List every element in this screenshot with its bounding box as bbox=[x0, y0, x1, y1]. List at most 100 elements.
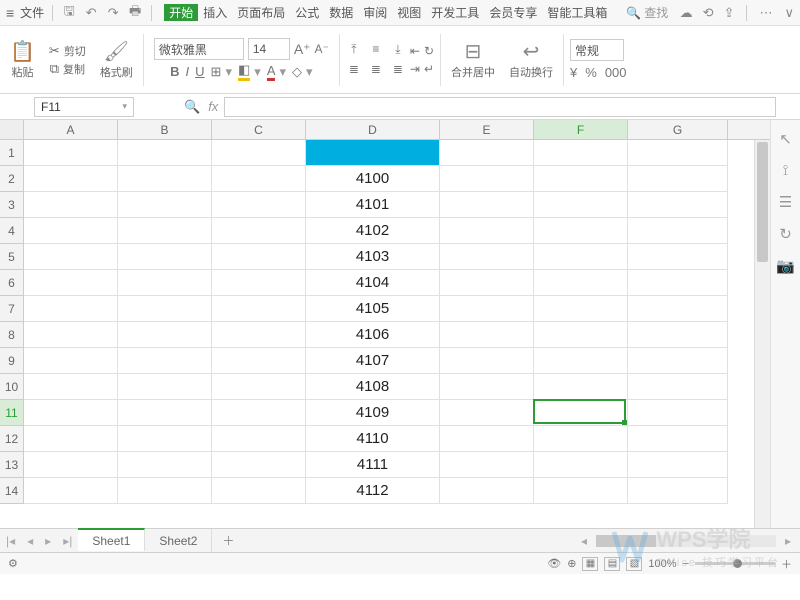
cell-D10[interactable]: 4108 bbox=[306, 374, 440, 400]
row-header-2[interactable]: 2 bbox=[0, 166, 24, 192]
cell-C2[interactable] bbox=[212, 166, 306, 192]
align-left-icon[interactable]: ≣ bbox=[346, 62, 362, 78]
cell-E7[interactable] bbox=[440, 296, 534, 322]
number-format-select[interactable]: 常规 bbox=[570, 39, 624, 61]
row-header-10[interactable]: 10 bbox=[0, 374, 24, 400]
view-page-icon[interactable]: ▤ bbox=[604, 557, 620, 571]
cell-A1[interactable] bbox=[24, 140, 118, 166]
zoom-out-button[interactable]: − bbox=[683, 558, 689, 570]
row-header-9[interactable]: 9 bbox=[0, 348, 24, 374]
cell-D14[interactable]: 4112 bbox=[306, 478, 440, 504]
cell-C8[interactable] bbox=[212, 322, 306, 348]
cell-C10[interactable] bbox=[212, 374, 306, 400]
cell-D4[interactable]: 4102 bbox=[306, 218, 440, 244]
row-header-12[interactable]: 12 bbox=[0, 426, 24, 452]
collapse-icon[interactable]: ∨ bbox=[784, 5, 794, 21]
sheet-nav-next[interactable]: ▸ bbox=[39, 534, 57, 548]
cell-A4[interactable] bbox=[24, 218, 118, 244]
ribbon-tab-0[interactable]: 开始 bbox=[164, 4, 198, 21]
cell-G10[interactable] bbox=[628, 374, 728, 400]
cell-A7[interactable] bbox=[24, 296, 118, 322]
decrease-font-icon[interactable]: A⁻ bbox=[315, 42, 329, 56]
file-menu[interactable]: 文件 bbox=[20, 4, 44, 21]
cell-E3[interactable] bbox=[440, 192, 534, 218]
orientation-icon[interactable]: ↻ bbox=[424, 44, 434, 58]
cell-G8[interactable] bbox=[628, 322, 728, 348]
cell-A11[interactable] bbox=[24, 400, 118, 426]
font-size-select[interactable]: 14 bbox=[248, 38, 290, 60]
ribbon-tab-4[interactable]: 数据 bbox=[324, 4, 358, 21]
cell-D1[interactable] bbox=[306, 140, 440, 166]
align-top-icon[interactable]: ⤒ bbox=[346, 42, 362, 58]
ribbon-tab-2[interactable]: 页面布局 bbox=[232, 4, 290, 21]
view-normal-icon[interactable]: ▦ bbox=[582, 557, 598, 571]
cell-B5[interactable] bbox=[118, 244, 212, 270]
status-more-icon[interactable]: ⊕ bbox=[567, 557, 576, 570]
cell-A5[interactable] bbox=[24, 244, 118, 270]
cell-D2[interactable]: 4100 bbox=[306, 166, 440, 192]
cell-E12[interactable] bbox=[440, 426, 534, 452]
cell-B12[interactable] bbox=[118, 426, 212, 452]
eye-icon[interactable]: 👁 bbox=[547, 557, 561, 570]
cell-F14[interactable] bbox=[534, 478, 628, 504]
bold-button[interactable]: B bbox=[170, 64, 179, 79]
vertical-scrollbar[interactable] bbox=[754, 140, 770, 528]
paste-button[interactable]: 📋 粘贴 bbox=[10, 39, 35, 80]
row-header-4[interactable]: 4 bbox=[0, 218, 24, 244]
cell-D7[interactable]: 4105 bbox=[306, 296, 440, 322]
cell-G1[interactable] bbox=[628, 140, 728, 166]
row-header-1[interactable]: 1 bbox=[0, 140, 24, 166]
horizontal-scrollbar[interactable]: ◂ ▸ bbox=[576, 534, 800, 548]
wrap-text-button[interactable]: ↩ 自动换行 bbox=[509, 39, 553, 80]
refresh-icon[interactable]: ⟲ bbox=[703, 5, 714, 21]
cell-B9[interactable] bbox=[118, 348, 212, 374]
settings-tool-icon[interactable]: ☰ bbox=[779, 193, 792, 211]
cell-B14[interactable] bbox=[118, 478, 212, 504]
ribbon-tab-1[interactable]: 插入 bbox=[198, 4, 232, 21]
row-header-7[interactable]: 7 bbox=[0, 296, 24, 322]
row-header-13[interactable]: 13 bbox=[0, 452, 24, 478]
row-header-5[interactable]: 5 bbox=[0, 244, 24, 270]
ribbon-tab-9[interactable]: 智能工具箱 bbox=[542, 4, 612, 21]
col-header-G[interactable]: G bbox=[628, 120, 728, 139]
clear-format-button[interactable]: ◇ bbox=[292, 64, 302, 80]
print-icon[interactable]: 🖶 bbox=[127, 5, 143, 21]
cell-A8[interactable] bbox=[24, 322, 118, 348]
align-bottom-icon[interactable]: ⤓ bbox=[390, 42, 406, 58]
cell-D6[interactable]: 4104 bbox=[306, 270, 440, 296]
ribbon-tab-5[interactable]: 审阅 bbox=[358, 4, 392, 21]
format-painter-button[interactable]: 🖌 格式刷 bbox=[100, 39, 133, 80]
row-header-11[interactable]: 11 bbox=[0, 400, 24, 426]
undo-icon[interactable]: ↶ bbox=[83, 5, 99, 21]
cell-D11[interactable]: 4109 bbox=[306, 400, 440, 426]
cell-E8[interactable] bbox=[440, 322, 534, 348]
sheet-nav-first[interactable]: |◂ bbox=[0, 534, 21, 548]
cell-C14[interactable] bbox=[212, 478, 306, 504]
cell-F5[interactable] bbox=[534, 244, 628, 270]
cell-E4[interactable] bbox=[440, 218, 534, 244]
select-tool-icon[interactable]: ↖ bbox=[779, 130, 792, 148]
cell-D3[interactable]: 4101 bbox=[306, 192, 440, 218]
cell-C11[interactable] bbox=[212, 400, 306, 426]
cell-D5[interactable]: 4103 bbox=[306, 244, 440, 270]
font-name-select[interactable]: 微软雅黑 bbox=[154, 38, 244, 60]
cell-A6[interactable] bbox=[24, 270, 118, 296]
increase-indent-icon[interactable]: ⇥ bbox=[410, 62, 420, 76]
fx-search-icon[interactable]: 🔍 bbox=[184, 99, 200, 115]
cell-C12[interactable] bbox=[212, 426, 306, 452]
thousands-icon[interactable]: 000 bbox=[605, 65, 627, 80]
cell-F3[interactable] bbox=[534, 192, 628, 218]
border-button[interactable]: ⊞ bbox=[211, 64, 222, 80]
wrap-indicator-icon[interactable]: ↵ bbox=[424, 62, 434, 76]
cell-F9[interactable] bbox=[534, 348, 628, 374]
cell-A9[interactable] bbox=[24, 348, 118, 374]
row-header-3[interactable]: 3 bbox=[0, 192, 24, 218]
cell-E2[interactable] bbox=[440, 166, 534, 192]
more-icon[interactable]: ⋯ bbox=[759, 5, 774, 21]
slider-tool-icon[interactable]: ⟟ bbox=[783, 162, 789, 179]
cell-F11[interactable] bbox=[534, 400, 628, 426]
cell-G6[interactable] bbox=[628, 270, 728, 296]
cell-G13[interactable] bbox=[628, 452, 728, 478]
row-header-14[interactable]: 14 bbox=[0, 478, 24, 504]
cell-A13[interactable] bbox=[24, 452, 118, 478]
